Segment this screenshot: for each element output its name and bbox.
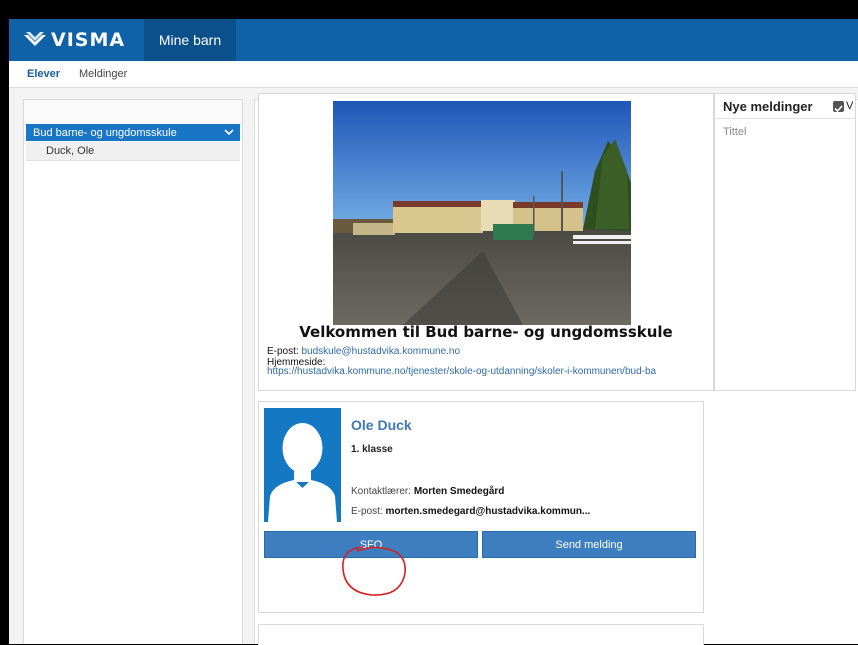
checkbox-label: V bbox=[846, 100, 854, 112]
school-sidebar: Bud barne- og ungdomsskule Duck, Ole bbox=[23, 99, 243, 644]
messages-title: Nye meldinger bbox=[723, 99, 813, 114]
homepage-link[interactable]: https://hustadvika.kommune.no/tjenester/… bbox=[267, 366, 713, 377]
school-label: Bud barne- og ungdomsskule bbox=[33, 126, 177, 139]
teacher-email-label: E-post: bbox=[351, 506, 383, 517]
new-messages-panel: Nye meldinger V Tittel bbox=[714, 93, 856, 391]
sfo-button[interactable]: SFO bbox=[264, 531, 478, 558]
send-message-button[interactable]: Send melding bbox=[482, 531, 696, 558]
school-welcome-card: Velkommen til Bud barne- og ungdomsskule… bbox=[258, 93, 714, 391]
school-email-label: E-post: bbox=[267, 346, 299, 357]
student-class: 1. klasse bbox=[351, 444, 393, 455]
user-silhouette-icon bbox=[268, 423, 337, 522]
logo-text: VISMA bbox=[51, 29, 126, 51]
school-email-line: E-post: budskule@hustadvika.kommune.no bbox=[267, 346, 460, 357]
welcome-title: Velkommen til Bud barne- og ungdomsskule bbox=[299, 323, 673, 341]
chevron-down-icon bbox=[224, 129, 234, 136]
subnav-meldinger[interactable]: Meldinger bbox=[79, 68, 127, 80]
teacher-email-line: E-post: morten.smedegard@hustadvika.komm… bbox=[351, 506, 590, 517]
sidebar-item-school[interactable]: Bud barne- og ungdomsskule bbox=[26, 124, 240, 141]
sub-navigation: Elever Meldinger bbox=[9, 61, 858, 88]
teacher-email: morten.smedegard@hustadvika.kommun... bbox=[385, 506, 591, 517]
visma-logo[interactable]: VISMA bbox=[23, 28, 125, 52]
messages-header: Nye meldinger V bbox=[715, 94, 855, 119]
student-name[interactable]: Ole Duck bbox=[351, 417, 412, 433]
checkbox-icon[interactable] bbox=[833, 101, 844, 113]
school-photo bbox=[333, 101, 631, 325]
sidebar-item-student[interactable]: Duck, Ole bbox=[26, 142, 240, 161]
contact-label: Kontaktlærer: bbox=[351, 486, 412, 497]
contact-teacher-line: Kontaktlærer: Morten Smedegård bbox=[351, 486, 504, 497]
tab-mine-barn[interactable]: Mine barn bbox=[144, 19, 236, 61]
visma-logo-icon bbox=[24, 32, 46, 46]
school-email-link[interactable]: budskule@hustadvika.kommune.no bbox=[301, 346, 460, 357]
next-card-edge bbox=[258, 624, 704, 645]
subnav-elever[interactable]: Elever bbox=[27, 68, 60, 80]
sidebar-header bbox=[24, 100, 242, 125]
messages-column-title: Tittel bbox=[723, 126, 747, 138]
avatar bbox=[264, 408, 341, 522]
student-label: Duck, Ole bbox=[46, 145, 95, 157]
student-card: Ole Duck 1. klasse Kontaktlærer: Morten … bbox=[258, 401, 704, 613]
top-navbar: VISMA Mine barn bbox=[9, 19, 858, 61]
contact-name: Morten Smedegård bbox=[413, 486, 505, 497]
